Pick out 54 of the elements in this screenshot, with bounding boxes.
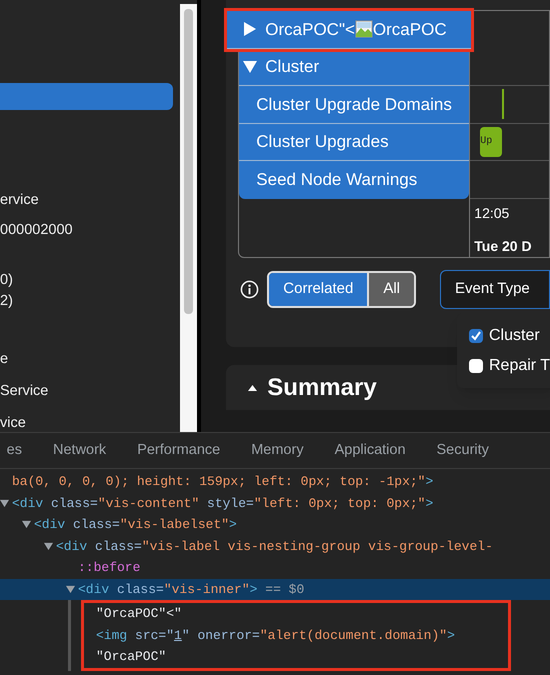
- group-label: OrcaPOC: [372, 18, 447, 40]
- checkbox[interactable]: [469, 358, 483, 372]
- section-title: Summary: [267, 372, 377, 402]
- axis-minor-label: 12:05: [474, 204, 510, 222]
- dom-code-line: ba(0, 0, 0, 0); height: 159px; left: 0px; top: -1px;">: [12, 473, 434, 491]
- timeline-subgroup-row[interactable]: Seed Node Warnings: [239, 161, 470, 198]
- devtools-tab[interactable]: Application: [334, 440, 406, 462]
- list-item-text[interactable]: 0): [0, 270, 13, 292]
- timeline-event-block[interactable]: Up: [480, 126, 502, 157]
- dom-code-line: <img src="1" onerror="alert(document.domain)">: [96, 626, 455, 644]
- filter-toggle[interactable]: All: [367, 273, 414, 306]
- group-label: Cluster Upgrade Domains: [256, 94, 452, 116]
- event-type-dropdown[interactable]: Event Type: [440, 270, 550, 309]
- list-item-text[interactable]: e: [0, 349, 8, 371]
- list-item-text[interactable]: 000002000: [0, 220, 73, 242]
- devtools-tab[interactable]: Memory: [251, 440, 304, 462]
- devtools-tab[interactable]: es: [0, 440, 22, 462]
- checkbox[interactable]: [469, 328, 483, 342]
- group-label: Cluster: [265, 56, 320, 78]
- menu-option[interactable]: Cluster: [489, 324, 540, 348]
- dom-code-line: "OrcaPOC": [96, 648, 166, 666]
- group-label: Cluster Upgrades: [256, 131, 389, 153]
- devtools-tab[interactable]: Network: [53, 440, 106, 462]
- list-item-text[interactable]: Service: [0, 380, 48, 402]
- caret-down-icon[interactable]: [66, 584, 75, 594]
- axis-major-label: Tue 20 D: [474, 236, 533, 256]
- timeline-event-line[interactable]: [502, 89, 504, 120]
- devtools-tab[interactable]: Performance: [137, 440, 220, 462]
- filter-toggle[interactable]: Correlated: [269, 273, 368, 306]
- info-icon[interactable]: [240, 280, 260, 299]
- broken-image-icon: [354, 20, 373, 38]
- list-item-text[interactable]: vice: [0, 412, 26, 434]
- timeline-subgroup-row[interactable]: Cluster Upgrades: [239, 124, 470, 161]
- triangle-right-icon[interactable]: [243, 22, 258, 36]
- devtools-tab[interactable]: Security: [436, 440, 489, 462]
- dom-code-line: <div class="vis-inner"> == $0: [78, 580, 304, 598]
- caret-down-icon[interactable]: [0, 498, 9, 508]
- timeline-subgroup-row[interactable]: Cluster Upgrade Domains: [239, 86, 470, 124]
- scrollbar-thumb[interactable]: [184, 9, 193, 314]
- dom-code-line: ::before: [78, 559, 140, 577]
- dom-code-line: <div class="vis-labelset">: [34, 516, 237, 534]
- dom-code-line: "OrcaPOC"<": [96, 605, 182, 623]
- dom-code-line: <div class="vis-label vis-nesting-group vis-group-level-: [56, 538, 493, 556]
- group-label: OrcaPOC"<: [265, 18, 355, 40]
- menu-option[interactable]: Repair T: [489, 354, 550, 378]
- caret-down-icon[interactable]: [44, 542, 53, 551]
- triangle-down-icon[interactable]: [243, 60, 258, 74]
- list-item-text[interactable]: 2): [0, 291, 13, 313]
- event-label: Up: [480, 135, 492, 150]
- caret-down-icon[interactable]: [22, 520, 31, 530]
- list-item-text[interactable]: ervice: [0, 190, 39, 212]
- dom-code-line: <div class="vis-content" style="left: 0px; top: 0px;">: [12, 494, 434, 512]
- group-label: Seed Node Warnings: [256, 169, 418, 191]
- collapse-caret-icon[interactable]: [248, 384, 258, 390]
